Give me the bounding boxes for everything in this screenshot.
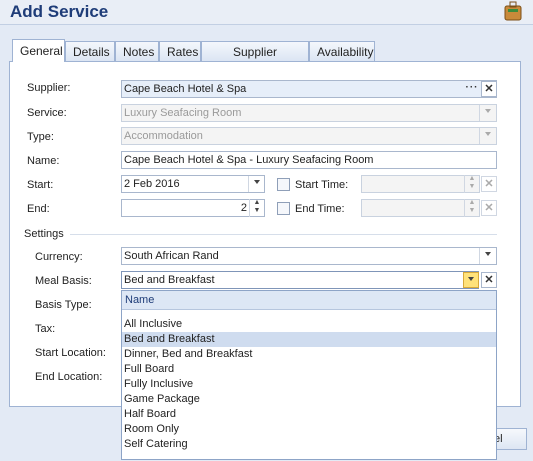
end-label: End: xyxy=(27,203,50,215)
list-item[interactable]: All Inclusive xyxy=(122,317,496,332)
end-time-checkbox[interactable] xyxy=(277,202,290,215)
supplier-label: Supplier: xyxy=(27,82,71,94)
tab-rates[interactable]: Rates xyxy=(159,41,201,61)
tab-supplier-allocations[interactable]: Supplier Allocations xyxy=(201,41,309,79)
close-icon[interactable]: ✕ xyxy=(481,272,497,288)
end-location-label: End Location: xyxy=(35,371,103,383)
supplier-field[interactable]: Cape Beach Hotel & Spa xyxy=(121,80,497,98)
start-date-value: 2 Feb 2016 xyxy=(124,178,180,190)
currency-value: South African Rand xyxy=(124,250,219,262)
start-date-field[interactable]: 2 Feb 2016 xyxy=(121,175,265,193)
tab-availability[interactable]: Availability xyxy=(309,41,375,61)
meal-basis-select[interactable]: Bed and Breakfast xyxy=(121,271,479,289)
dropdown-column-header: Name xyxy=(122,291,496,310)
close-icon[interactable]: ✕ xyxy=(481,81,497,97)
service-value: Luxury Seafacing Room xyxy=(124,107,242,119)
service-field: Luxury Seafacing Room xyxy=(121,104,497,122)
type-value: Accommodation xyxy=(124,130,203,142)
spin-updown-icon: ▲ ▼ xyxy=(464,175,479,193)
chevron-down-icon[interactable] xyxy=(248,176,264,192)
list-item[interactable]: Full Board xyxy=(122,362,496,377)
tab-general[interactable]: General xyxy=(12,39,65,62)
chevron-down-icon xyxy=(479,128,495,144)
list-item[interactable]: Game Package xyxy=(122,392,496,407)
type-label: Type: xyxy=(27,131,54,143)
start-location-label: Start Location: xyxy=(35,347,106,359)
start-label: Start: xyxy=(27,179,54,191)
list-item[interactable]: Bed and Breakfast xyxy=(122,332,496,347)
chevron-down-icon[interactable] xyxy=(463,272,479,288)
supplier-value: Cape Beach Hotel & Spa xyxy=(124,83,247,95)
meal-basis-label: Meal Basis: xyxy=(35,275,92,287)
name-label: Name: xyxy=(27,155,60,167)
spin-updown-icon: ▲ ▼ xyxy=(464,199,479,217)
currency-select[interactable]: South African Rand xyxy=(121,247,497,265)
settings-section-label: Settings xyxy=(24,228,64,240)
close-icon: ✕ xyxy=(481,176,497,192)
ellipsis-icon[interactable]: ··· xyxy=(464,81,480,97)
close-icon: ✕ xyxy=(481,200,497,216)
list-item[interactable]: Room Only xyxy=(122,422,496,437)
list-item[interactable]: Dinner, Bed and Breakfast xyxy=(122,347,496,362)
name-value: Cape Beach Hotel & Spa - Luxury Seafacin… xyxy=(124,154,374,166)
settings-divider xyxy=(70,234,497,235)
list-item[interactable]: Self Catering xyxy=(122,437,496,452)
list-item[interactable]: Half Board xyxy=(122,407,496,422)
meal-basis-dropdown: Name All Inclusive Bed and Breakfast Din… xyxy=(121,290,497,460)
end-nights-value: 2 xyxy=(240,202,247,214)
currency-label: Currency: xyxy=(35,251,83,263)
end-nights-field[interactable]: 2 xyxy=(121,199,265,217)
basis-type-label: Basis Type: xyxy=(35,299,92,311)
end-time-label: End Time: xyxy=(295,203,345,215)
tax-label: Tax: xyxy=(35,323,56,335)
start-time-label: Start Time: xyxy=(295,179,349,191)
list-item[interactable]: Fully Inclusive xyxy=(122,377,496,392)
end-time-field xyxy=(361,199,480,217)
start-time-field xyxy=(361,175,480,193)
spin-updown-icon[interactable]: ▲ ▼ xyxy=(249,199,264,217)
chevron-down-icon[interactable] xyxy=(479,248,495,264)
start-time-checkbox[interactable] xyxy=(277,178,290,191)
chevron-down-icon xyxy=(479,105,495,121)
meal-basis-value: Bed and Breakfast xyxy=(124,274,215,286)
tab-details[interactable]: Details xyxy=(65,41,115,61)
type-field: Accommodation xyxy=(121,127,497,145)
name-input[interactable]: Cape Beach Hotel & Spa - Luxury Seafacin… xyxy=(121,151,497,169)
tab-notes[interactable]: Notes xyxy=(115,41,159,61)
service-label: Service: xyxy=(27,107,67,119)
briefcase-icon xyxy=(504,1,522,21)
window-title: Add Service xyxy=(10,2,109,21)
